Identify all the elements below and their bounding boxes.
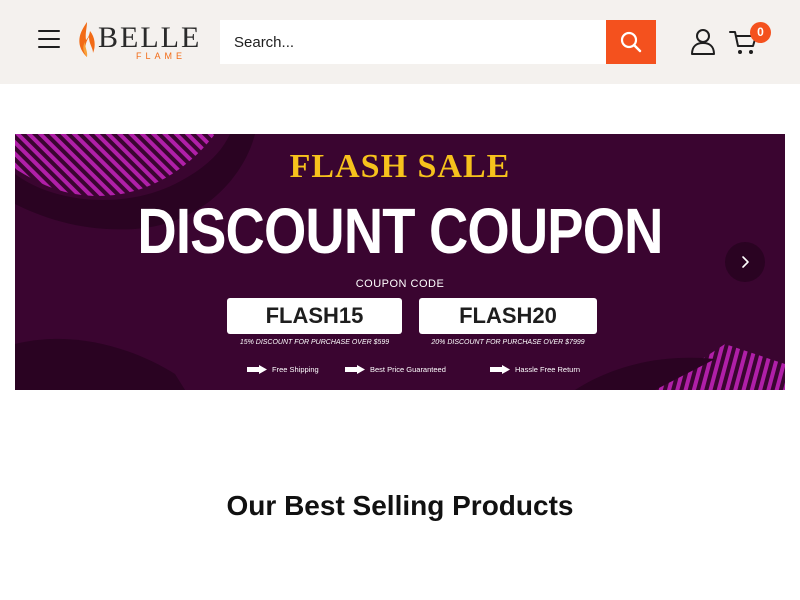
banner-title: DISCOUNT COUPON [137, 195, 663, 267]
promo-banner[interactable]: FLASH SALE DISCOUNT COUPON COUPON CODE F… [15, 134, 785, 390]
site-logo[interactable]: BELLE FLAME [78, 18, 199, 66]
site-header: BELLE FLAME 0 [0, 0, 800, 84]
coupon-code-1: FLASH15 [227, 298, 402, 334]
banner-headline: FLASH SALE [289, 148, 511, 185]
coupon-code-2: FLASH20 [419, 298, 597, 334]
feature-free-shipping: Free Shipping [247, 365, 319, 374]
search-bar [220, 20, 656, 64]
account-icon[interactable] [690, 28, 716, 56]
coupon-desc-2: 20% DISCOUNT FOR PURCHASE OVER $7999 [431, 339, 585, 346]
logo-subtitle: FLAME [136, 51, 187, 61]
coupon-desc-1: 15% DISCOUNT FOR PURCHASE OVER $599 [239, 339, 390, 346]
feature-hassle-free-return: Hassle Free Return [490, 365, 580, 374]
section-title: Our Best Selling Products [226, 490, 574, 521]
feature-label: Free Shipping [272, 365, 319, 374]
carousel-next-button[interactable] [725, 242, 765, 282]
flame-logo-icon [79, 22, 95, 57]
search-icon [620, 31, 642, 53]
arrow-right-icon [345, 365, 365, 374]
hamburger-menu-icon[interactable] [38, 30, 62, 52]
search-button[interactable] [606, 20, 656, 64]
feature-best-price: Best Price Guaranteed [345, 365, 446, 374]
feature-label: Best Price Guaranteed [370, 365, 446, 374]
chevron-right-icon [742, 256, 749, 268]
feature-label: Hassle Free Return [515, 365, 581, 374]
coupon-label: COUPON CODE [355, 278, 445, 290]
arrow-right-icon [247, 365, 267, 374]
arrow-right-icon [490, 365, 510, 374]
search-input[interactable] [220, 20, 606, 64]
cart-count-badge: 0 [750, 22, 771, 43]
